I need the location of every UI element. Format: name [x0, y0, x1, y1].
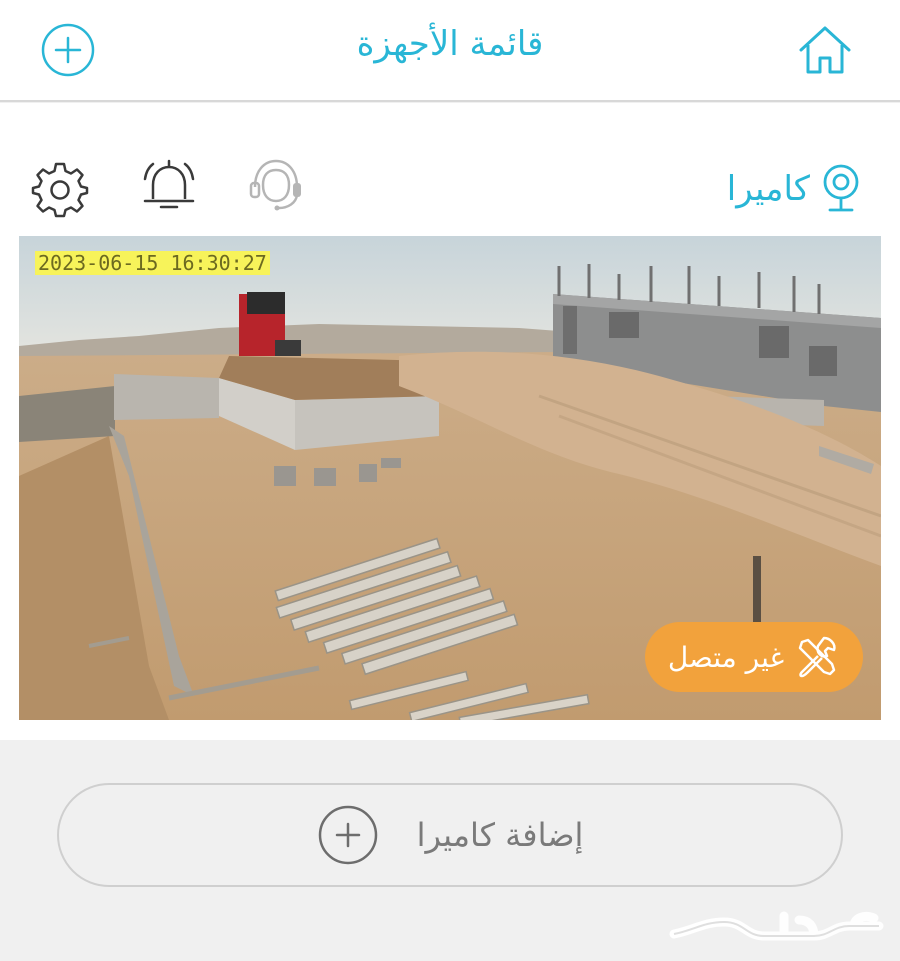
plus-circle-icon	[318, 805, 377, 865]
watermark-logo	[669, 911, 884, 941]
offline-status-badge[interactable]: غير متصل	[645, 622, 863, 692]
top-bar: قائمة الأجهزة	[0, 0, 900, 102]
device-card: كاميرا 2023-06-15 16:30:27 غير متصل	[0, 103, 900, 740]
bell-icon[interactable]	[140, 157, 198, 217]
add-camera-label: إضافة كاميرا	[416, 816, 584, 854]
home-icon[interactable]	[796, 22, 854, 78]
camera-label[interactable]: كاميرا	[727, 161, 864, 217]
gear-icon[interactable]	[30, 159, 90, 219]
headset-icon[interactable]	[246, 155, 306, 215]
feed-timestamp: 2023-06-15 16:30:27	[35, 251, 270, 275]
camera-name: كاميرا	[726, 169, 810, 209]
add-camera-button[interactable]: إضافة كاميرا	[57, 783, 843, 887]
tools-icon	[798, 636, 836, 678]
camera-feed[interactable]: 2023-06-15 16:30:27 غير متصل	[19, 236, 881, 720]
location-pin-icon	[823, 164, 859, 212]
page-title: قائمة الأجهزة	[356, 24, 544, 64]
offline-status-label: غير متصل	[667, 640, 785, 674]
